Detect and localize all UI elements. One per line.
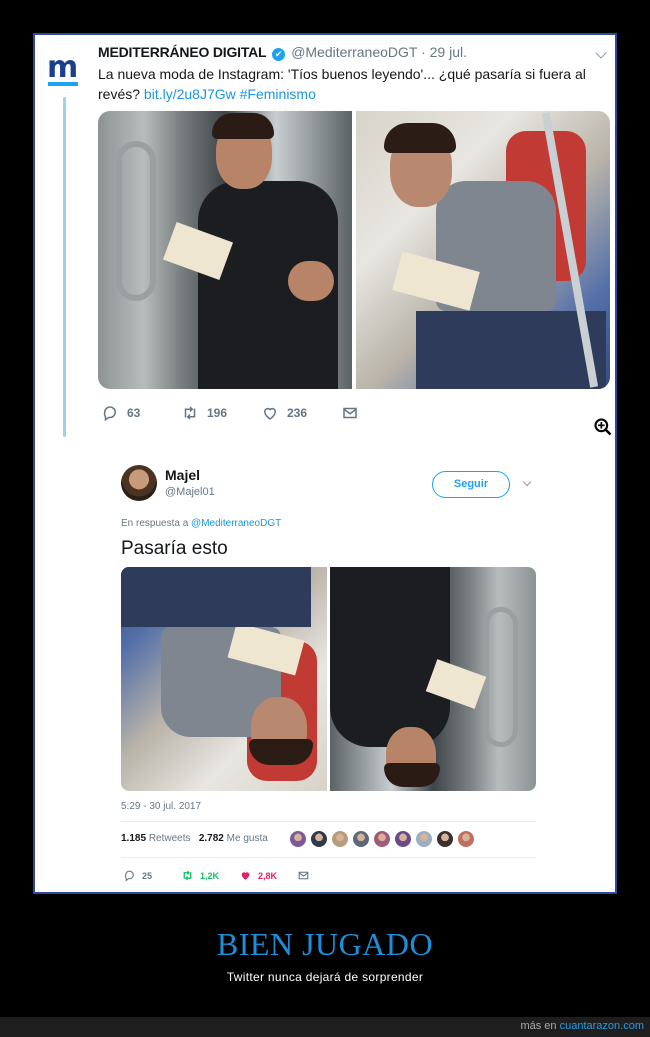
liker-avatar[interactable] <box>394 830 412 848</box>
like-button[interactable]: 2,8K <box>239 869 297 882</box>
reply-icon <box>125 870 134 882</box>
reply-count: 63 <box>127 406 141 420</box>
reply-context: En respuesta a @MediterraneoDGT <box>121 518 281 529</box>
retweet-icon <box>183 870 192 881</box>
tweet2-text: Pasaría esto <box>121 538 228 559</box>
meme-frame: m MEDITERRÁNEO DIGITAL ✔ @MediterraneoDG… <box>33 33 617 894</box>
footer: más en cuantarazon.com <box>0 1017 650 1037</box>
mediterraneo-logo[interactable]: m <box>47 50 79 87</box>
reply-button[interactable]: 25 <box>123 869 181 882</box>
heart-icon <box>241 872 250 880</box>
tweet2-display-name[interactable]: Majel <box>165 467 200 483</box>
reply-context-prefix: En respuesta a <box>121 518 192 529</box>
tweet1-date[interactable]: · 29 jul. <box>421 44 467 60</box>
caption-subtitle: Twitter nunca dejará de sorprender <box>226 970 424 984</box>
follow-button[interactable]: Seguir <box>432 471 510 498</box>
likes-label[interactable]: Me gusta <box>227 833 268 844</box>
tweet1-header: MEDITERRÁNEO DIGITAL ✔ @MediterraneoDGT … <box>98 44 467 61</box>
retweet-button[interactable]: 1,2K <box>181 869 239 882</box>
reply-icon <box>103 406 116 422</box>
liker-avatar[interactable] <box>352 830 370 848</box>
tweet2-actions: 25 1,2K 2,8K <box>123 869 355 882</box>
footer-prefix: más en <box>520 1020 560 1032</box>
chevron-down-icon[interactable] <box>522 477 532 487</box>
like-count: 2,8K <box>258 870 278 881</box>
retweet-count: 196 <box>207 406 228 420</box>
divider <box>121 821 536 822</box>
mail-icon <box>343 407 357 419</box>
tweet1-media[interactable] <box>98 111 610 389</box>
zoom-in-icon[interactable] <box>593 417 613 437</box>
retweets-label[interactable]: Retweets <box>149 833 191 844</box>
caption-title: BIEN JUGADO <box>216 926 434 962</box>
liker-avatar[interactable] <box>331 830 349 848</box>
retweet-count: 1,2K <box>200 870 220 881</box>
tweet1-handle[interactable]: @MediterraneoDGT <box>291 44 417 60</box>
tweet2-timestamp[interactable]: 5:29 - 30 jul. 2017 <box>121 801 201 812</box>
photo-rotated-standing[interactable] <box>330 567 536 791</box>
avatar[interactable] <box>121 465 157 501</box>
like-count: 236 <box>287 406 308 420</box>
photo-rotated-seated[interactable] <box>121 567 327 791</box>
retweets-total[interactable]: 1.185 <box>121 833 146 844</box>
tweet2-stats: 1.185 Retweets 2.782 Me gusta <box>121 833 268 844</box>
likes-total[interactable]: 2.782 <box>199 833 224 844</box>
heart-icon <box>263 407 277 420</box>
tweet1-link[interactable]: bit.ly/2u8J7Gw <box>144 86 236 102</box>
liker-avatar[interactable] <box>415 830 433 848</box>
divider <box>121 857 536 858</box>
footer-text: más en cuantarazon.com <box>520 1020 644 1032</box>
retweet-button[interactable]: 196 <box>181 404 261 422</box>
like-button[interactable]: 236 <box>261 404 341 422</box>
liker-avatar[interactable] <box>373 830 391 848</box>
liker-avatar[interactable] <box>457 830 475 848</box>
retweet-icon <box>184 406 196 420</box>
tweet2-handle[interactable]: @Majel01 <box>165 486 215 498</box>
liker-avatar[interactable] <box>289 830 307 848</box>
tweet1-actions: 63 196 236 <box>101 404 421 422</box>
logo-underline <box>48 82 78 86</box>
photo-man-reading-standing[interactable] <box>98 111 352 389</box>
site-link[interactable]: cuantarazon.com <box>560 1020 644 1032</box>
logo-letter: m <box>47 50 78 85</box>
reply-button[interactable]: 63 <box>101 404 181 422</box>
reply-count: 25 <box>142 870 153 881</box>
reply-context-handle[interactable]: @MediterraneoDGT <box>191 518 281 529</box>
photo-man-reading-seated[interactable] <box>356 111 610 389</box>
likers-avatars[interactable] <box>289 830 475 848</box>
tweet1-text: La nueva moda de Instagram: 'Tíos buenos… <box>98 64 598 104</box>
message-button[interactable] <box>341 404 421 422</box>
tweet2-media[interactable] <box>121 567 536 791</box>
liker-avatar[interactable] <box>310 830 328 848</box>
tweet1-display-name[interactable]: MEDITERRÁNEO DIGITAL <box>98 44 267 60</box>
tweet1-hashtag[interactable]: #Feminismo <box>240 86 316 102</box>
mail-icon <box>298 871 309 880</box>
liker-avatar[interactable] <box>436 830 454 848</box>
thread-line <box>63 97 66 437</box>
verified-icon: ✔ <box>272 48 286 61</box>
message-button[interactable] <box>297 869 355 882</box>
chevron-down-icon[interactable] <box>595 47 607 59</box>
